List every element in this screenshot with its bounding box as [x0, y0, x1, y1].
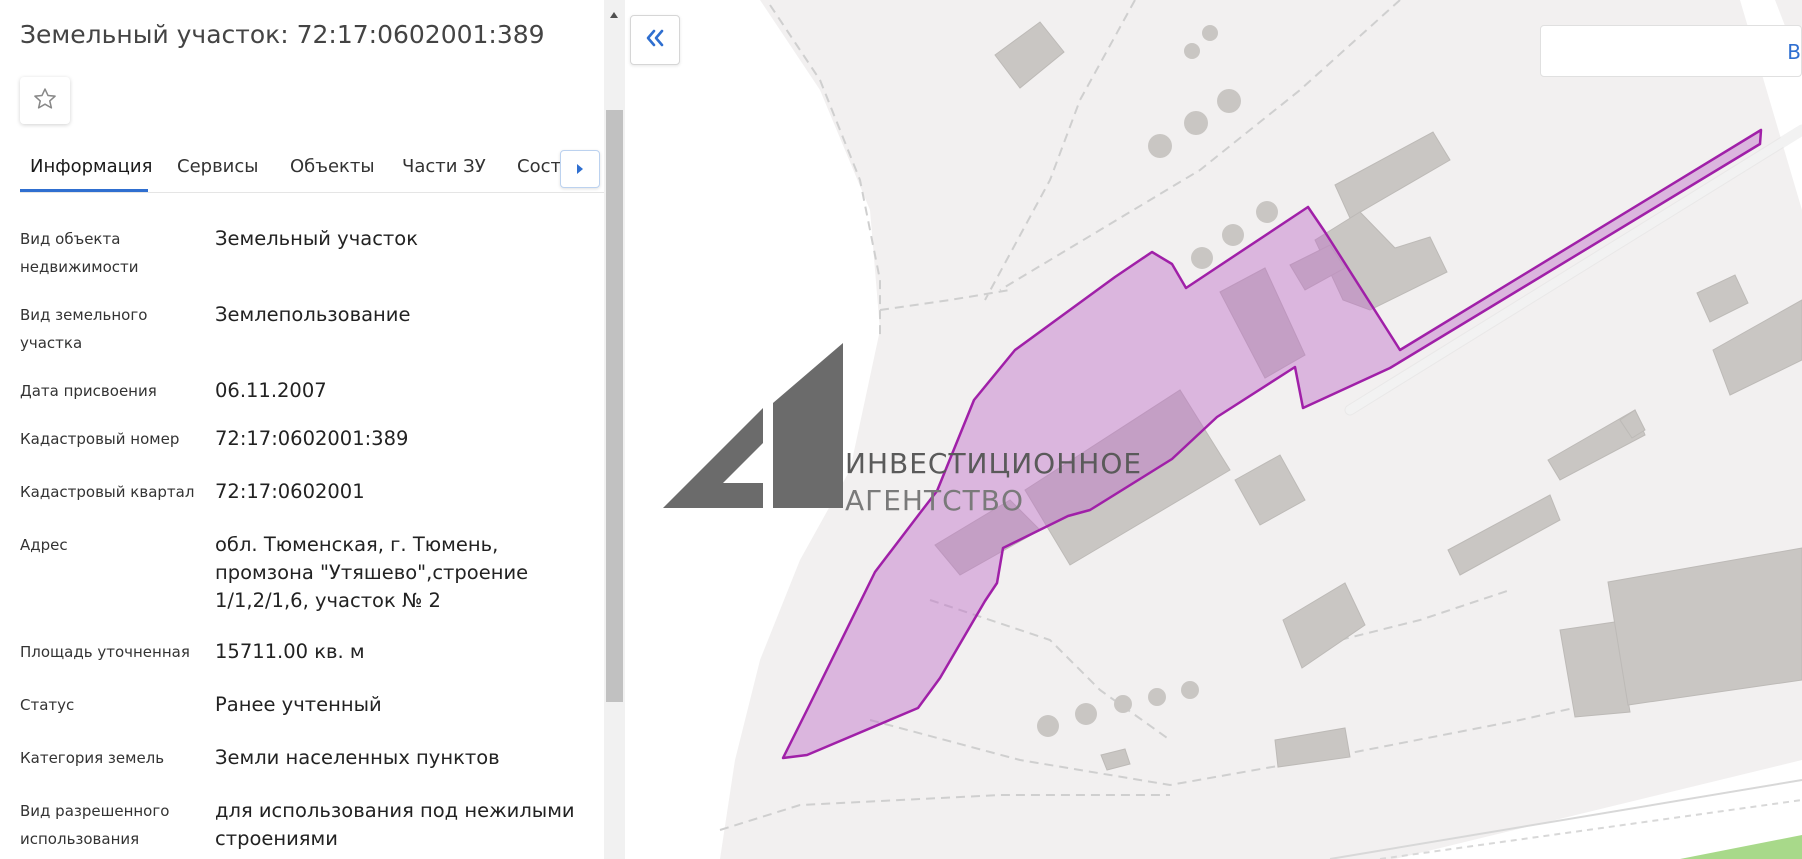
field-label: Дата присвоения — [20, 382, 157, 400]
watermark-line1: ИНВЕСТИЦИОННОЕ — [845, 447, 1143, 480]
page-title: Земельный участок: 72:17:0602001:389 — [20, 20, 545, 49]
map-view[interactable] — [625, 0, 1802, 859]
field-value: 15711.00 кв. м — [215, 640, 365, 663]
field-label: Вид земельного участка — [20, 306, 148, 352]
field-value: 72:17:0602001 — [215, 480, 365, 503]
field-value: 06.11.2007 — [215, 379, 327, 402]
favorite-button[interactable] — [20, 77, 70, 124]
field-value: 72:17:0602001:389 — [215, 427, 409, 450]
info-panel: Земельный участок: 72:17:0602001:389 Инф… — [0, 0, 604, 859]
tab-objects[interactable]: Объекты — [290, 156, 375, 177]
panel-scrollbar[interactable] — [604, 0, 625, 859]
field-label: Вид разрешенного использования — [20, 802, 170, 848]
search-button-label[interactable]: В — [1787, 40, 1801, 64]
field-value: Земельный участок — [215, 227, 418, 250]
field-label: Адрес — [20, 536, 68, 554]
tab-information[interactable]: Информация — [30, 156, 152, 177]
field-value: Землепользование — [215, 303, 411, 326]
map-search-box[interactable]: В — [1540, 25, 1802, 77]
field-label: Площадь уточненная — [20, 643, 190, 661]
field-label: Вид объекта недвижимости — [20, 230, 139, 276]
field-label: Кадастровый номер — [20, 430, 180, 448]
double-chevron-left-icon — [644, 28, 666, 52]
scroll-up-arrow-icon[interactable] — [610, 12, 618, 18]
tab-services[interactable]: Сервисы — [177, 156, 258, 177]
tab-bar: Информация Сервисы Объекты Части ЗУ Сост… — [20, 150, 604, 193]
field-label: Категория земель — [20, 749, 165, 767]
scrollbar-thumb[interactable] — [606, 110, 623, 702]
field-label: Кадастровый квартал — [20, 483, 195, 501]
field-value: Земли населенных пунктов — [215, 746, 500, 769]
collapse-panel-button[interactable] — [630, 15, 680, 65]
field-label: Статус — [20, 696, 75, 714]
tab-parts[interactable]: Части ЗУ — [402, 156, 486, 177]
watermark-line2: АГЕНТСТВО — [845, 484, 1024, 517]
active-tab-indicator — [20, 189, 148, 192]
field-value: обл. Тюменская, г. Тюмень, промзона "Утя… — [215, 533, 529, 612]
field-value: Ранее учтенный — [215, 693, 382, 716]
tab-scroll-right-button[interactable] — [560, 150, 600, 188]
star-outline-icon — [32, 86, 58, 116]
triangle-right-icon — [575, 160, 585, 179]
field-value: для использования под нежилыми строениям… — [215, 799, 575, 850]
